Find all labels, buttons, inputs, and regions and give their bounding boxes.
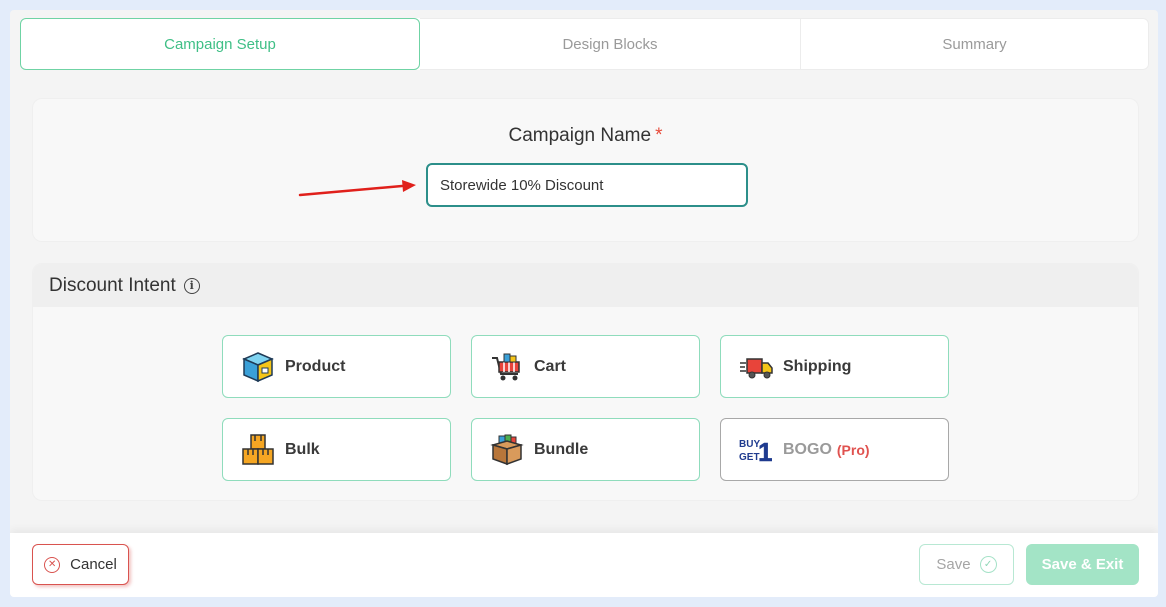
campaign-name-card: Campaign Name * <box>32 98 1139 242</box>
footer-bar: ✕ Cancel Save ✓ Save & Exit <box>10 533 1158 597</box>
check-circle-icon: ✓ <box>979 556 997 573</box>
intent-option-cart[interactable]: Cart <box>471 335 700 398</box>
intent-option-label: Cart <box>534 357 567 375</box>
campaign-name-label: Campaign Name * <box>508 125 663 146</box>
intent-option-bundle[interactable]: Bundle <box>471 418 700 481</box>
intent-option-label: Bundle <box>534 440 589 458</box>
pro-badge: (Pro) <box>836 441 870 458</box>
discount-intent-header: Discount Intent i <box>33 264 1138 307</box>
intent-option-shipping[interactable]: Shipping <box>720 335 949 398</box>
bogo-logo-digit: 1 <box>758 437 772 467</box>
cancel-label: Cancel <box>70 556 117 573</box>
intent-option-label: Shipping <box>783 357 852 375</box>
tab-design-blocks[interactable]: Design Blocks <box>420 18 801 70</box>
product-box-icon <box>241 350 275 384</box>
campaign-name-input[interactable] <box>426 163 748 207</box>
intent-option-label: BOGO <box>783 440 832 458</box>
intent-option-label: Bulk <box>285 440 320 458</box>
bundle-box-icon <box>490 433 524 467</box>
tab-campaign-setup[interactable]: Campaign Setup <box>20 18 420 70</box>
cancel-button[interactable]: ✕ Cancel <box>32 544 129 585</box>
delivery-truck-icon <box>739 350 773 384</box>
close-circle-icon: ✕ <box>44 556 61 573</box>
tab-summary[interactable]: Summary <box>801 18 1149 70</box>
intent-option-bulk[interactable]: Bulk <box>222 418 451 481</box>
intent-option-label: Product <box>285 357 346 375</box>
stacked-boxes-icon <box>241 433 275 467</box>
shopping-cart-icon <box>490 350 524 384</box>
intent-option-bogo[interactable]: BUY GET 1 BOGO (Pro) <box>720 418 949 481</box>
discount-intent-title: Discount Intent <box>49 274 176 296</box>
intent-option-product[interactable]: Product <box>222 335 451 398</box>
info-icon[interactable]: i <box>183 277 200 294</box>
annotation-arrow-icon <box>298 180 416 197</box>
app-window: Campaign Setup Design Blocks Summary Cam… <box>10 10 1158 597</box>
discount-intent-card: Discount Intent i Product Cart Shipping … <box>32 263 1139 501</box>
save-exit-label: Save & Exit <box>1041 556 1124 573</box>
bogo-logo-get: GET <box>739 452 760 463</box>
save-button[interactable]: Save ✓ <box>919 544 1014 585</box>
step-tabs: Campaign Setup Design Blocks Summary <box>20 18 1149 70</box>
save-exit-button[interactable]: Save & Exit <box>1026 544 1139 585</box>
save-label: Save <box>936 556 971 573</box>
buy-get-one-icon: BUY GET 1 <box>739 433 773 467</box>
required-mark: * <box>655 125 663 146</box>
